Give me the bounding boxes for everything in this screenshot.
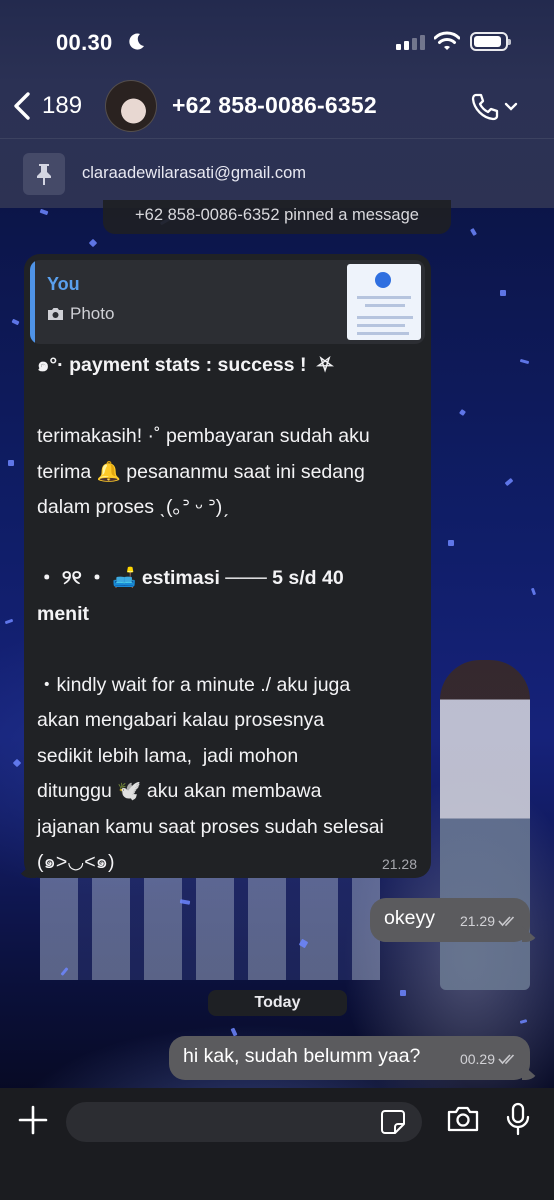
moon-icon [129,33,144,50]
chat-nav: 189 +62 858-0086-6352 [0,78,554,134]
battery-icon [470,32,511,51]
message-line: menit [37,602,90,625]
contact-name[interactable]: +62 858-0086-6352 [172,92,377,119]
message-meta: 21.29 [460,913,518,929]
wifi-icon [434,31,460,50]
message-line: ・kindly wait for a minute ./ aku juga [37,673,351,696]
message-line: ・ ୨୧ ・ 🛋️ estimasi ─── 5 s/d 40 [37,567,344,589]
reply-author: You [47,274,80,294]
reply-photo-thumbnail [347,264,421,340]
outgoing-message-bubble[interactable]: hi kak, sudah belumm yaa? 00.29 [169,1036,530,1080]
message-line: akan mengabari kalau prosesnya [37,709,325,731]
message-line: terimakasih! ·˚ pembayaran sudah aku [37,425,370,447]
signal-icon [396,34,425,50]
date-separator: Today [208,990,347,1016]
phone-icon [471,93,499,121]
avatar[interactable] [105,80,157,132]
unread-count: 189 [42,92,83,119]
wallpaper-crowd [40,870,380,980]
message-timestamp: 00.29 [459,1051,495,1067]
sticker-icon[interactable] [380,1109,406,1135]
message-line: sedikit lebih lama, jadi mohon [37,744,299,767]
double-check-icon [498,916,515,927]
back-button[interactable]: 189 [12,86,82,126]
double-check-icon [498,1054,515,1065]
message-text: ๑°· payment stats : success ! ⛧ terimaka… [37,348,422,881]
status-bar: 00.30 [0,26,554,60]
mic-icon[interactable] [505,1102,531,1136]
status-time: 00.30 [56,30,113,55]
reply-type-label: Photo [70,304,115,323]
plus-icon[interactable] [17,1104,49,1136]
message-line: dalam proses ˎ(｡ᐣ ᵕ ᐣ)ˏ [37,496,229,518]
pin-icon [23,153,65,195]
message-text: okeyy [384,907,435,929]
camera-small-icon [48,308,63,320]
message-input[interactable] [66,1102,422,1142]
outgoing-message-bubble[interactable]: okeyy 21.29 [370,898,530,942]
message-line: ๑°· payment stats : success ! ⛧ [37,354,333,376]
message-line: (๑>◡<๑) [37,851,115,873]
message-line: ditunggu 🕊️ aku akan membawa [37,780,322,802]
chevron-down-icon [504,102,518,111]
call-button[interactable] [470,92,518,122]
reply-accent-bar [30,260,35,344]
message-timestamp: 21.28 [381,856,417,872]
check-icon [375,272,391,288]
chat-header: 00.30 189 +62 858-0086-6352 claraadewila… [0,0,554,208]
system-notice: +62 858-0086-6352 pinned a message [103,200,451,234]
camera-icon[interactable] [446,1104,480,1134]
message-text: hi kak, sudah belumm yaa? [183,1045,421,1067]
reply-type: Photo [47,304,114,324]
message-meta: 00.29 [460,1051,518,1067]
pinned-message-text: claraadewilarasati@gmail.com [82,164,306,182]
quoted-reply[interactable]: You Photo [30,260,425,344]
incoming-message-bubble[interactable]: You Photo ๑°· payment stats : success ! … [24,254,431,878]
message-line: jajanan kamu saat proses sudah selesai [37,815,384,838]
chevron-left-icon [14,92,30,120]
pinned-message-bar[interactable]: claraadewilarasati@gmail.com [0,138,554,208]
message-timestamp: 21.29 [459,913,495,929]
message-composer [0,1088,554,1200]
message-line: terima 🔔 pesananmu saat ini sedang [37,460,365,483]
